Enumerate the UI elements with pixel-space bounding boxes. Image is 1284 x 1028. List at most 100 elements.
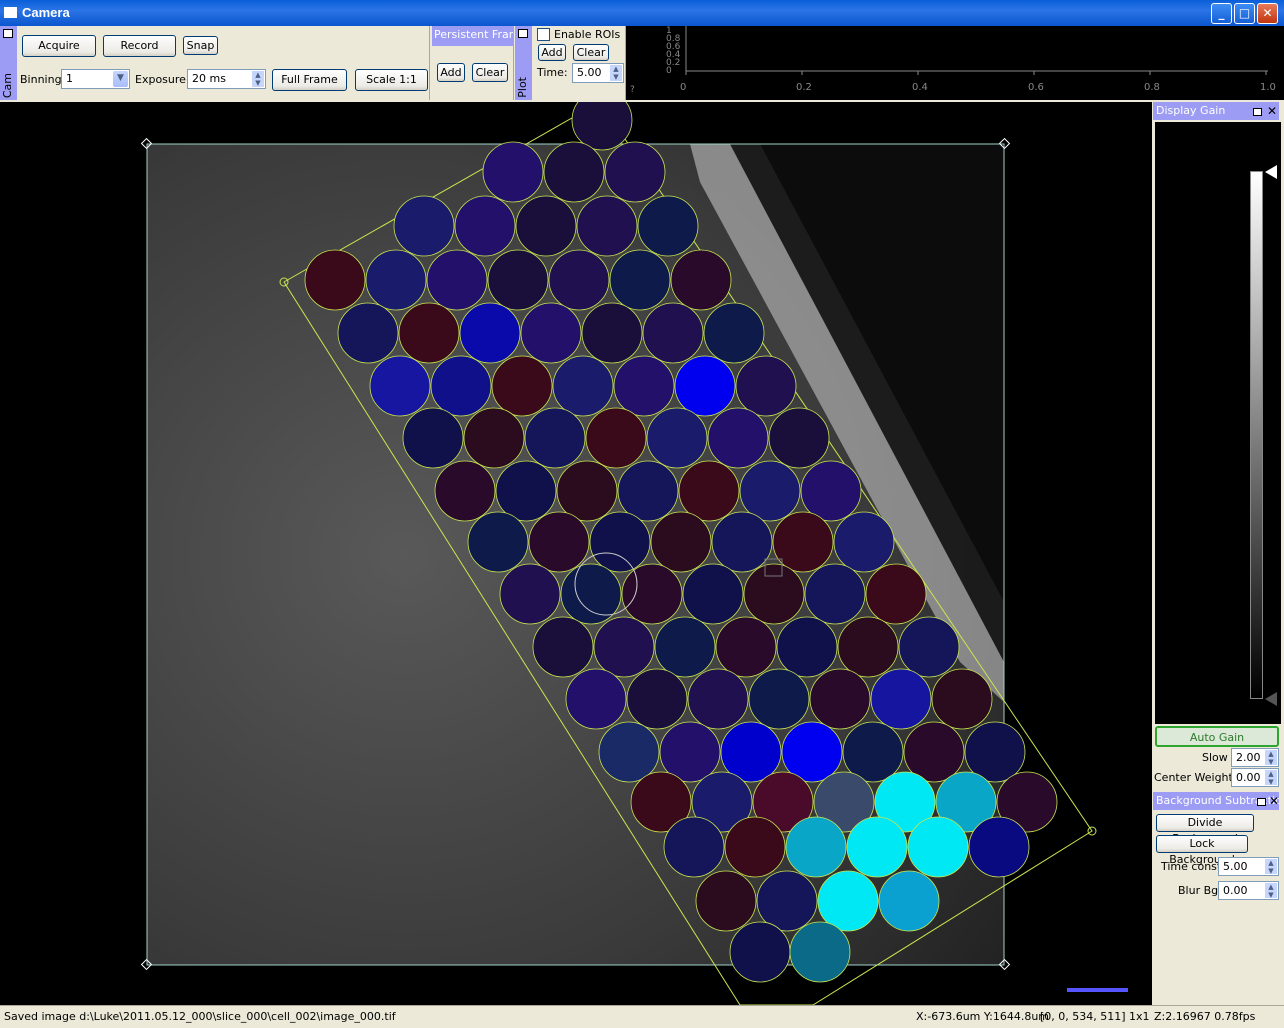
roi-circle[interactable]	[487, 249, 549, 311]
roi-circle[interactable]	[552, 355, 614, 417]
roi-circle[interactable]	[756, 870, 818, 932]
roi-circle[interactable]	[543, 141, 605, 203]
roi-circle[interactable]	[499, 563, 561, 625]
roi-circle[interactable]	[674, 355, 736, 417]
roi-circle[interactable]	[548, 249, 610, 311]
roi-circle[interactable]	[459, 302, 521, 364]
float-icon[interactable]	[3, 29, 13, 38]
roi-circle[interactable]	[707, 407, 769, 469]
roi-circle[interactable]	[585, 407, 647, 469]
roi-circle[interactable]	[604, 141, 666, 203]
roi-circle[interactable]	[809, 668, 871, 730]
camera-dock-tab[interactable]: Cam	[0, 26, 17, 100]
roi-circle[interactable]	[785, 816, 847, 878]
spin-arrows-icon[interactable]: ▲ ▼	[1264, 883, 1277, 899]
roi-circle[interactable]	[467, 511, 529, 573]
roi-circle[interactable]	[524, 407, 586, 469]
roi-circle[interactable]	[878, 870, 940, 932]
roi-circle[interactable]	[369, 355, 431, 417]
roi-circle[interactable]	[703, 302, 765, 364]
roi-circle[interactable]	[520, 302, 582, 364]
roi-circle[interactable]	[817, 870, 879, 932]
roi-circle[interactable]	[670, 249, 732, 311]
chevron-down-icon[interactable]: ▼	[113, 71, 128, 87]
spin-arrows-icon[interactable]: ▲ ▼	[1264, 859, 1277, 875]
enable-rois-checkbox[interactable]	[537, 28, 550, 41]
snap-button[interactable]: Snap	[183, 36, 218, 55]
persistent-clear-button[interactable]: Clear	[472, 63, 508, 82]
roi-circle[interactable]	[743, 563, 805, 625]
roi-circle[interactable]	[337, 302, 399, 364]
close-icon[interactable]: ✕	[1267, 105, 1277, 117]
roi-circle[interactable]	[682, 563, 744, 625]
roi-circle[interactable]	[789, 921, 851, 983]
roi-circle[interactable]	[598, 721, 660, 783]
roi-circle[interactable]	[931, 668, 993, 730]
roi-circle[interactable]	[593, 616, 655, 678]
lock-background-button[interactable]: Lock Background	[1156, 835, 1248, 866]
full-frame-button[interactable]: Full Frame	[272, 69, 347, 91]
roi-circle[interactable]	[650, 511, 712, 573]
roi-circle[interactable]	[454, 195, 516, 257]
roi-circle[interactable]	[663, 816, 725, 878]
roi-circle[interactable]	[426, 249, 488, 311]
float-icon[interactable]	[1257, 798, 1266, 806]
roi-circle[interactable]	[491, 355, 553, 417]
auto-gain-button[interactable]: Auto Gain	[1155, 726, 1279, 747]
roi-circle[interactable]	[646, 407, 708, 469]
exposure-field[interactable]: 20 ms ▲ ▼	[187, 69, 266, 89]
roi-circle[interactable]	[393, 195, 455, 257]
spin-arrows-icon[interactable]: ▲ ▼	[1264, 770, 1277, 786]
gain-histogram[interactable]	[1155, 122, 1281, 724]
roi-circle[interactable]	[402, 407, 464, 469]
roi-circle[interactable]	[870, 668, 932, 730]
acquire-button[interactable]: Acquire	[22, 35, 96, 57]
roi-circle[interactable]	[654, 616, 716, 678]
close-button[interactable]: ✕	[1257, 3, 1278, 24]
roi-add-button[interactable]: Add	[538, 44, 566, 61]
maximize-button[interactable]: □	[1234, 3, 1255, 24]
roi-circle[interactable]	[735, 355, 797, 417]
roi-circle[interactable]	[556, 460, 618, 522]
divide-background-button[interactable]: Divide Background	[1156, 814, 1254, 845]
roi-circle[interactable]	[865, 563, 927, 625]
roi-circle[interactable]	[800, 460, 862, 522]
float-icon[interactable]	[518, 29, 528, 38]
roi-circle[interactable]	[365, 249, 427, 311]
roi-circle[interactable]	[304, 249, 366, 311]
roi-circle[interactable]	[642, 302, 704, 364]
roi-circle[interactable]	[715, 616, 777, 678]
spin-arrows-icon[interactable]: ▲ ▼	[609, 65, 622, 81]
roi-circle[interactable]	[968, 816, 1030, 878]
roi-circle[interactable]	[463, 407, 525, 469]
roi-clear-button[interactable]: Clear	[573, 44, 609, 61]
roi-circle[interactable]	[724, 816, 786, 878]
gain-gradient-bar[interactable]	[1250, 171, 1263, 699]
roi-circle[interactable]	[398, 302, 460, 364]
blur-field[interactable]: 0.00 ▲ ▼	[1218, 881, 1279, 900]
slow-field[interactable]: 2.00 ▲ ▼	[1231, 748, 1279, 767]
roi-plot[interactable]: 1 0.8 0.6 0.4 0.2 0 0 0.2 0.4 0.6 0.8 1.0 ?	[626, 26, 1284, 100]
gain-max-handle[interactable]	[1265, 165, 1277, 179]
record-button[interactable]: Record	[103, 35, 176, 57]
roi-circle[interactable]	[613, 355, 675, 417]
roi-circle[interactable]	[495, 460, 557, 522]
spin-arrows-icon[interactable]: ▲ ▼	[1264, 750, 1277, 766]
roi-circle[interactable]	[776, 616, 838, 678]
roi-circle[interactable]	[898, 616, 960, 678]
roi-circle[interactable]	[678, 460, 740, 522]
roi-circle[interactable]	[434, 460, 496, 522]
roi-circle[interactable]	[482, 141, 544, 203]
close-icon[interactable]: ✕	[1269, 795, 1279, 807]
camera-image-view[interactable]	[0, 102, 1152, 1005]
roi-circle[interactable]	[626, 668, 688, 730]
gain-min-handle[interactable]	[1265, 692, 1277, 706]
center-weight-field[interactable]: 0.00 ▲ ▼	[1231, 768, 1279, 787]
roi-circle[interactable]	[729, 921, 791, 983]
roi-circle[interactable]	[837, 616, 899, 678]
roi-circle[interactable]	[528, 511, 590, 573]
roi-circle[interactable]	[687, 668, 749, 730]
roi-circle[interactable]	[565, 668, 627, 730]
roi-circle[interactable]	[637, 195, 699, 257]
plot-dock-tab[interactable]: Plot	[515, 26, 532, 100]
